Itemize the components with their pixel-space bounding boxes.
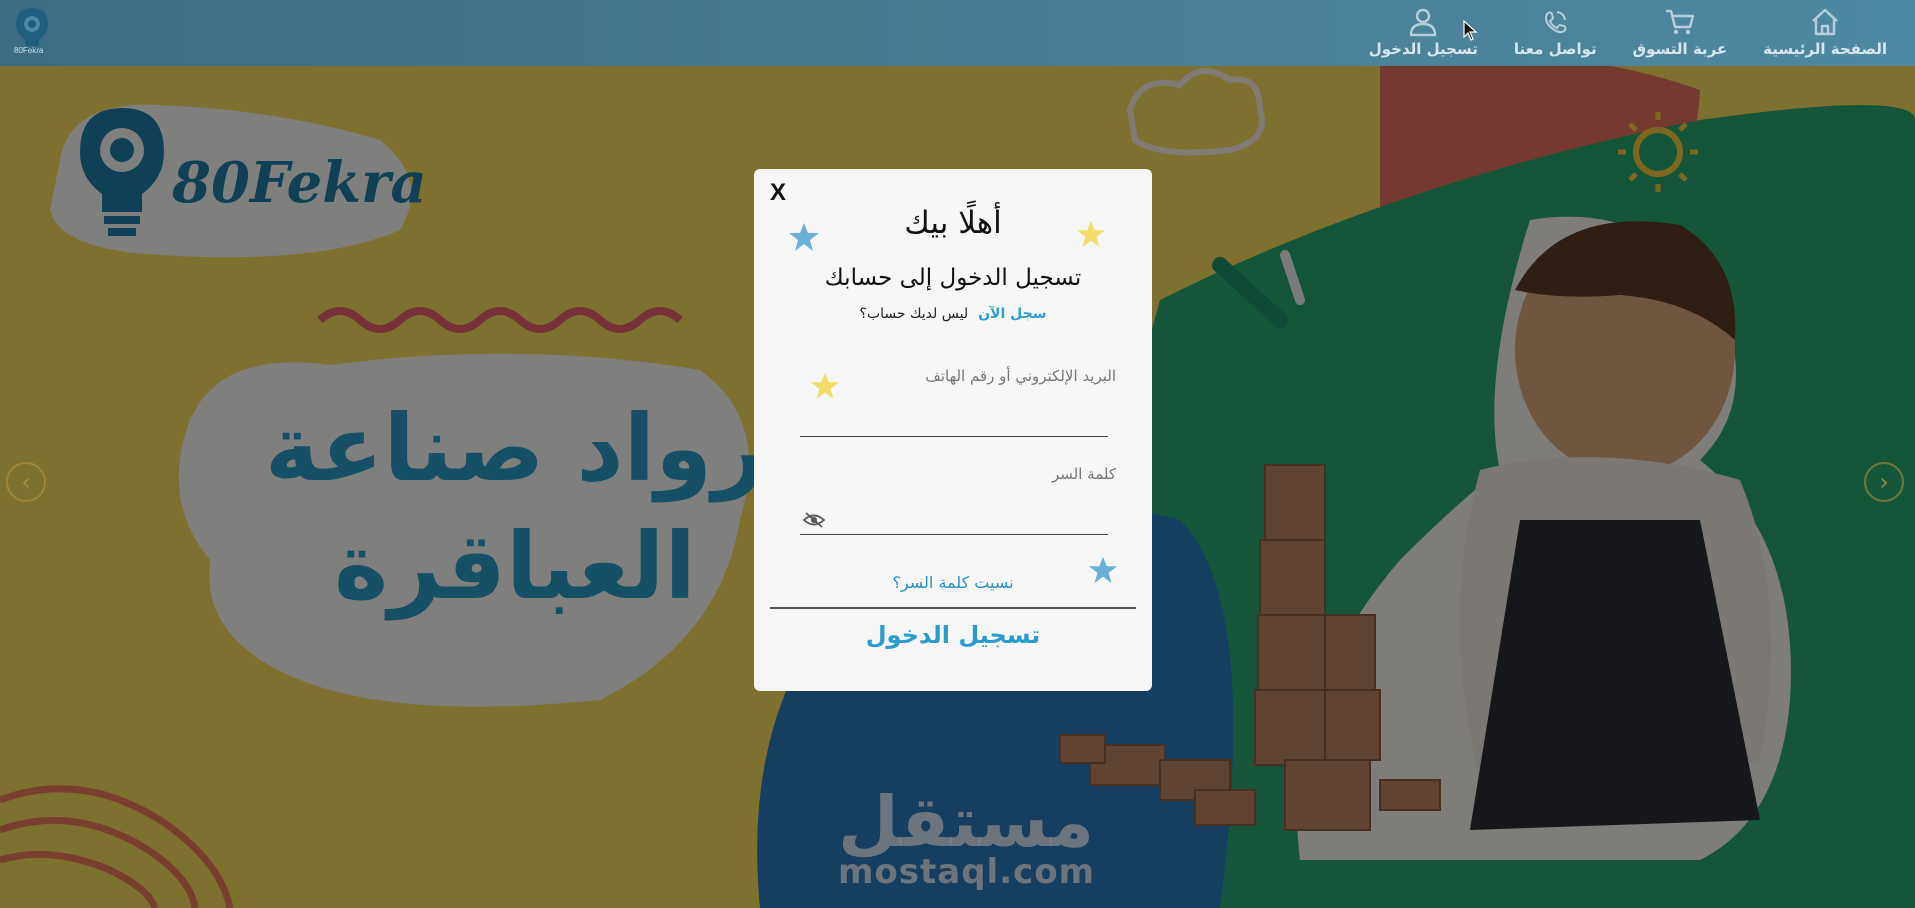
carousel-next-button[interactable]: › bbox=[1864, 462, 1904, 502]
mouse-cursor-icon bbox=[1463, 20, 1478, 41]
nav-menu: الصفحة الرئيسية عربة التسوق تواصل معنا ت… bbox=[1369, 0, 1887, 66]
no-account-text: ليس لديك حساب؟ bbox=[859, 306, 969, 322]
close-button[interactable]: X bbox=[770, 179, 786, 207]
chevron-right-icon: › bbox=[1879, 468, 1889, 496]
chevron-left-icon: ‹ bbox=[21, 468, 31, 496]
welcome-title: أهلًا بيك bbox=[904, 205, 1002, 241]
divider bbox=[770, 607, 1136, 609]
login-subtitle: تسجيل الدخول إلى حسابك bbox=[824, 265, 1082, 291]
eye-slash-icon[interactable] bbox=[802, 511, 826, 529]
password-field[interactable] bbox=[800, 501, 1108, 535]
nav-item-login-label: تسجيل الدخول bbox=[1368, 40, 1478, 58]
nav-item-contact[interactable]: تواصل معنا bbox=[1514, 0, 1597, 66]
star-icon bbox=[810, 372, 840, 400]
nav-item-home-label: الصفحة الرئيسية bbox=[1763, 40, 1887, 58]
nav-item-cart-label: عربة التسوق bbox=[1632, 40, 1728, 58]
password-label: كلمة السر bbox=[1052, 465, 1116, 483]
email-field[interactable] bbox=[800, 403, 1108, 437]
nav-logo-text: 80Fekra bbox=[14, 46, 44, 55]
signup-prompt: ليس لديك حساب؟ سجل الآن bbox=[754, 306, 1152, 322]
forgot-password-link[interactable]: نسيت كلمة السر؟ bbox=[754, 573, 1152, 592]
nav-item-home[interactable]: الصفحة الرئيسية bbox=[1763, 0, 1887, 66]
login-button[interactable]: تسجيل الدخول bbox=[754, 621, 1152, 649]
email-label: البريد الإلكتروني أو رقم الهاتف bbox=[925, 367, 1116, 385]
user-icon bbox=[1410, 8, 1437, 37]
top-navbar: 80Fekra الصفحة الرئيسية عربة التسوق تواص… bbox=[0, 0, 1915, 66]
nav-item-login[interactable]: تسجيل الدخول bbox=[1369, 0, 1478, 66]
phone-icon bbox=[1545, 11, 1567, 34]
cart-icon bbox=[1665, 9, 1695, 35]
home-icon bbox=[1812, 8, 1838, 36]
nav-item-cart[interactable]: عربة التسوق bbox=[1632, 0, 1728, 66]
carousel-prev-button[interactable]: ‹ bbox=[6, 462, 46, 502]
nav-item-contact-label: تواصل معنا bbox=[1513, 40, 1597, 58]
signup-link[interactable]: سجل الآن bbox=[978, 306, 1046, 322]
login-modal: X أهلًا بيك تسجيل الدخول إلى حسابك ليس ل… bbox=[754, 169, 1152, 691]
